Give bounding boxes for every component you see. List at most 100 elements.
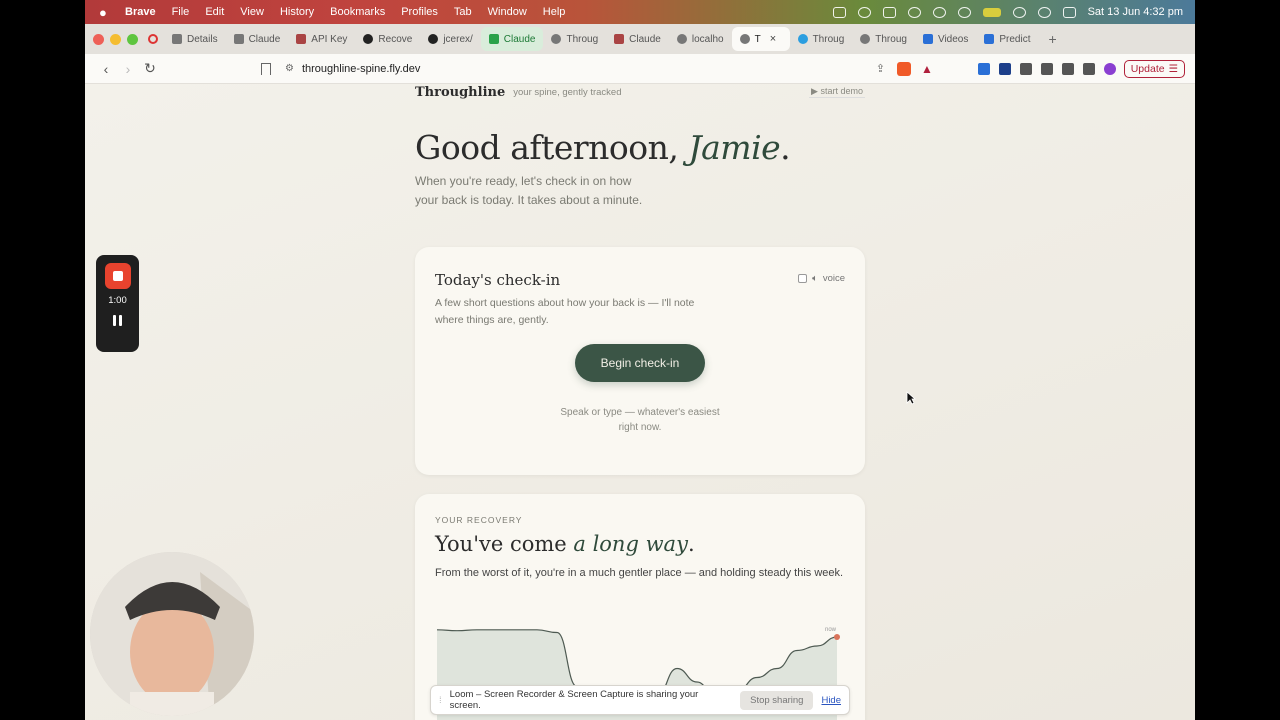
checkin-card: Today's check-in A few short questions a… bbox=[415, 247, 865, 475]
tab[interactable]: localho bbox=[669, 27, 732, 51]
screen-share-icon[interactable] bbox=[832, 6, 846, 18]
greeting-heading: Good afternoon, Jamie. bbox=[415, 128, 791, 167]
chart-now-marker bbox=[834, 634, 840, 640]
menu-help[interactable]: Help bbox=[543, 6, 566, 18]
bitwarden-icon[interactable] bbox=[977, 62, 990, 75]
loom-recorder-controls: 1:00 bbox=[96, 255, 139, 352]
hide-sharing-bar-link[interactable]: Hide bbox=[821, 695, 841, 706]
tab-label: Videos bbox=[937, 33, 969, 45]
tab[interactable]: Throug bbox=[543, 27, 606, 51]
update-label: Update bbox=[1130, 62, 1165, 75]
menu-view[interactable]: View bbox=[240, 6, 264, 18]
menu-bookmarks[interactable]: Bookmarks bbox=[330, 6, 385, 18]
tab-active[interactable]: T × bbox=[731, 27, 790, 51]
tab-label: Claude bbox=[629, 33, 661, 45]
stop-sharing-button[interactable]: Stop sharing bbox=[740, 690, 814, 710]
wallet-icon[interactable] bbox=[1082, 62, 1095, 75]
music-icon[interactable] bbox=[1061, 62, 1074, 75]
pause-button[interactable] bbox=[113, 315, 122, 326]
sharing-message: Loom – Screen Recorder & Screen Capture … bbox=[449, 689, 699, 711]
app-icon bbox=[984, 34, 995, 44]
menu-tab[interactable]: Tab bbox=[454, 6, 472, 18]
apple-icon[interactable]: ● bbox=[99, 5, 113, 20]
tab[interactable]: Throug bbox=[790, 27, 853, 51]
tab[interactable]: Details bbox=[164, 27, 226, 51]
menu-window[interactable]: Window bbox=[488, 6, 527, 18]
stop-recording-button[interactable] bbox=[104, 263, 131, 289]
tab[interactable]: jcerex/ bbox=[420, 27, 480, 51]
shield-icon[interactable] bbox=[882, 6, 896, 18]
voice-toggle[interactable]: 🔈︎ voice bbox=[798, 273, 845, 284]
begin-checkin-button[interactable]: Begin check-in bbox=[575, 344, 705, 382]
start-demo-link[interactable]: ▶ start demo bbox=[809, 86, 865, 98]
macos-menubar: ● Brave File Edit View History Bookmarks… bbox=[85, 0, 1195, 24]
voice-checkbox[interactable] bbox=[798, 274, 808, 283]
tab-label: Throug bbox=[566, 33, 599, 45]
speaker-icon: 🔈︎ bbox=[812, 273, 818, 284]
wifi-icon[interactable] bbox=[1012, 6, 1026, 18]
tab[interactable]: Throug bbox=[852, 27, 915, 51]
minimize-window-button[interactable] bbox=[110, 33, 121, 45]
globe-icon bbox=[860, 34, 871, 44]
tab[interactable]: Predict bbox=[976, 27, 1038, 51]
forward-button[interactable]: › bbox=[117, 61, 139, 77]
back-button[interactable]: ‹ bbox=[95, 61, 117, 77]
loom-icon[interactable] bbox=[857, 6, 871, 18]
close-window-button[interactable] bbox=[93, 33, 104, 45]
stop-icon bbox=[112, 271, 123, 281]
menu-file[interactable]: File bbox=[172, 6, 190, 18]
menu-edit[interactable]: Edit bbox=[205, 6, 224, 18]
brand-logo[interactable]: Throughline bbox=[415, 86, 505, 99]
bookmark-icon[interactable] bbox=[261, 62, 271, 75]
greeting-subtitle: When you're ready, let's check in on how… bbox=[415, 174, 643, 207]
vpn-icon[interactable] bbox=[998, 62, 1011, 75]
play-icon[interactable] bbox=[932, 6, 946, 18]
site-info-icon[interactable]: ⚙ bbox=[285, 63, 294, 74]
tab-label: Details bbox=[187, 33, 218, 45]
app-icon bbox=[614, 34, 625, 44]
tab[interactable]: Videos bbox=[915, 27, 976, 51]
zoom-window-button[interactable] bbox=[127, 33, 138, 45]
star-icon[interactable] bbox=[907, 6, 921, 18]
tab[interactable]: Claude bbox=[226, 27, 289, 51]
new-tab-button[interactable]: + bbox=[1048, 31, 1056, 47]
profile-icon[interactable] bbox=[1103, 62, 1116, 75]
tab[interactable]: Claude bbox=[480, 27, 544, 51]
close-tab-icon[interactable]: × bbox=[770, 33, 776, 45]
chart-now-label: now bbox=[825, 627, 837, 633]
url-text[interactable]: throughline-spine.fly.dev bbox=[302, 63, 420, 75]
menubar-clock[interactable]: Sat 13 Jun 4:32 pm bbox=[1088, 6, 1183, 18]
record-indicator-icon bbox=[148, 34, 158, 44]
check-icon bbox=[488, 34, 499, 44]
update-button[interactable]: Update ☰ bbox=[1123, 59, 1185, 78]
tab-label: Throug bbox=[875, 33, 907, 45]
brand-tagline: your spine, gently tracked bbox=[513, 87, 622, 98]
telegram-icon bbox=[797, 34, 808, 44]
recovery-description: From the worst of it, you're in a much g… bbox=[435, 567, 844, 579]
tab[interactable]: API Key bbox=[288, 27, 355, 51]
address-bar[interactable]: ⚙ throughline-spine.fly.dev ⇪ bbox=[285, 58, 885, 80]
checkin-title: Today's check-in bbox=[435, 271, 561, 289]
menu-app[interactable]: Brave bbox=[125, 6, 156, 18]
greeting-prefix: Good afternoon, bbox=[415, 128, 689, 167]
tab-label: API Key bbox=[311, 33, 348, 45]
tab-label: Predict bbox=[999, 33, 1031, 45]
webcam-bubble[interactable] bbox=[90, 552, 254, 716]
clock-icon[interactable] bbox=[957, 6, 971, 18]
battery-icon[interactable] bbox=[982, 7, 1001, 17]
puzzle-icon[interactable] bbox=[1019, 62, 1032, 75]
control-center-icon[interactable] bbox=[1062, 6, 1076, 18]
globe-icon bbox=[739, 34, 750, 44]
search-icon[interactable] bbox=[1037, 6, 1051, 18]
brave-shields-icon[interactable] bbox=[897, 61, 911, 76]
reader-icon[interactable] bbox=[1040, 62, 1053, 75]
menu-profiles[interactable]: Profiles bbox=[401, 6, 438, 18]
tab[interactable]: Recove bbox=[355, 27, 420, 51]
share-icon[interactable]: ⇪ bbox=[876, 62, 885, 75]
reload-button[interactable]: ↻ bbox=[139, 60, 161, 77]
tab[interactable]: Claude bbox=[606, 27, 669, 51]
claude-ai-icon bbox=[233, 34, 244, 44]
drag-handle-icon[interactable]: ⁞ bbox=[439, 695, 442, 706]
menu-history[interactable]: History bbox=[280, 6, 314, 18]
brave-rewards-icon[interactable]: ▲ bbox=[921, 62, 933, 76]
